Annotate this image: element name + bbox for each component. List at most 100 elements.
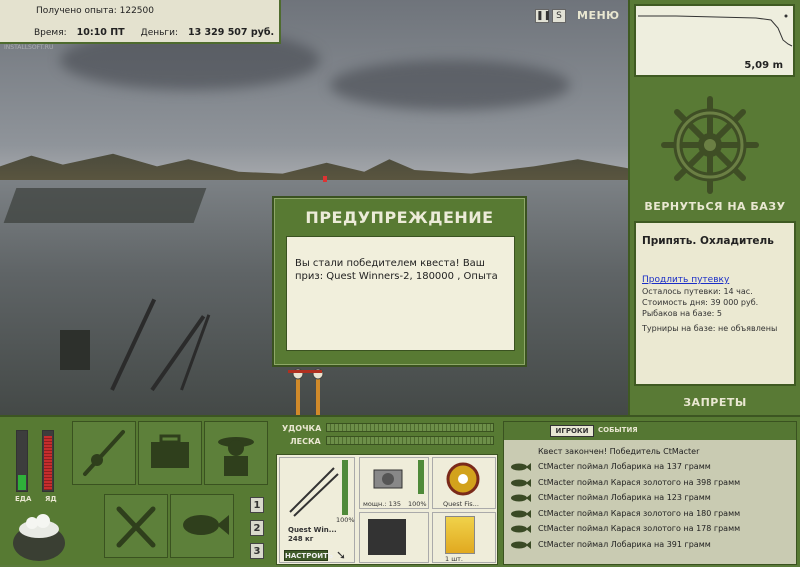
line-name: Quest Fis... bbox=[443, 500, 479, 508]
event-text: CtMacter поймал Лобарика на 137 грамм bbox=[538, 462, 711, 471]
slot-2-button[interactable]: 2 bbox=[250, 520, 264, 536]
rod-slot[interactable]: 100% Quest Win... 248 кг НАСТРОИТЬ ➘ bbox=[279, 457, 355, 563]
fish-icon bbox=[511, 478, 531, 487]
depth-value: 5,09 m bbox=[744, 60, 783, 71]
event-row: CtMacter поймал Карася золотого на 398 г… bbox=[504, 476, 798, 491]
events-panel: ИГРОКИ СОБЫТИЯ Квест закончен! Победител… bbox=[503, 421, 797, 565]
sound-button[interactable]: S bbox=[552, 9, 566, 23]
fish-icon bbox=[511, 463, 531, 471]
fisherman-tile[interactable] bbox=[204, 421, 268, 485]
cauldron-icon bbox=[13, 514, 65, 561]
time-value: 10:10 ПТ bbox=[76, 27, 125, 38]
tab-events[interactable]: СОБЫТИЯ bbox=[598, 426, 638, 434]
location-info: Припять. Охладитель Продлить путевку Ост… bbox=[634, 221, 796, 386]
reel-icon bbox=[373, 469, 403, 489]
event-text: CtMacter поймал Карася золотого на 178 г… bbox=[538, 524, 741, 533]
rods-tile[interactable] bbox=[72, 421, 136, 485]
slot-3-button[interactable]: 3 bbox=[250, 543, 264, 559]
extend-permit-link[interactable]: Продлить путевку bbox=[642, 275, 788, 285]
ship-wheel-icon bbox=[661, 96, 759, 194]
tackle-panel: 100% Quest Win... 248 кг НАСТРОИТЬ ➘ мощ… bbox=[276, 454, 498, 565]
dialog-body: Вы стали победителем квеста! Ваш приз: Q… bbox=[286, 236, 515, 351]
experience-row: Получено опыта: 122500 bbox=[36, 6, 154, 16]
warning-dialog[interactable]: ПРЕДУПРЕЖДЕНИЕ Вы стали победителем квес… bbox=[272, 196, 527, 367]
cauldron-button[interactable] bbox=[10, 505, 68, 563]
money-label: Деньги: bbox=[140, 28, 179, 38]
time-label: Время: bbox=[34, 28, 67, 38]
line-slot[interactable]: Quest Fis... bbox=[432, 457, 496, 509]
corn-bait-icon bbox=[445, 516, 475, 554]
event-text: CtMacter поймал Карася золотого на 398 г… bbox=[538, 477, 741, 487]
tab-players[interactable]: ИГРОКИ bbox=[550, 425, 594, 437]
float-marker bbox=[323, 176, 327, 182]
fishers-count: Рыбаков на базе: 5 bbox=[642, 309, 722, 318]
base-wheel-button[interactable] bbox=[660, 95, 760, 195]
fishing-rod-icon bbox=[83, 430, 125, 476]
bait-count: 1 шт. bbox=[445, 555, 464, 563]
rod-meter-label: УДОЧКА bbox=[282, 424, 322, 433]
return-to-base-button[interactable]: ВЕРНУТЬСЯ НА БАЗУ bbox=[630, 200, 800, 213]
watermark: INSTALLSOFT.RU bbox=[4, 44, 54, 51]
tackle-box-tile[interactable] bbox=[138, 421, 202, 485]
rod-holders-icon bbox=[288, 368, 324, 415]
experience-value: 122500 bbox=[119, 6, 154, 16]
hook-slot[interactable] bbox=[359, 512, 429, 563]
slot-1-button[interactable]: 1 bbox=[250, 497, 264, 513]
food-tile[interactable] bbox=[104, 494, 168, 558]
rod-durability-bar bbox=[342, 460, 348, 515]
bans-button[interactable]: ЗАПРЕТЫ bbox=[630, 396, 800, 409]
event-text: CtMacter поймал Лобарика на 123 грамм bbox=[538, 493, 711, 502]
tackle-box-icon bbox=[151, 434, 189, 468]
event-row: CtMacter поймал Карася золотого на 180 г… bbox=[504, 507, 798, 522]
pause-icon: ❚❚ bbox=[536, 11, 552, 21]
event-text: CtMacter поймал Лобарика на 391 грамм bbox=[538, 539, 711, 549]
event-row: CtMacter поймал Лобарика на 391 грамм bbox=[504, 538, 798, 553]
poison-bar bbox=[42, 430, 54, 492]
bait-slot[interactable]: 1 шт. bbox=[432, 512, 496, 563]
arrow-icon: ➘ bbox=[336, 548, 347, 562]
fish-icon bbox=[183, 515, 229, 535]
rod-name: Quest Win... bbox=[288, 526, 337, 534]
dialog-title: ПРЕДУПРЕЖДЕНИЕ bbox=[305, 208, 494, 227]
experience-label: Получено опыта: bbox=[36, 6, 117, 16]
event-text: CtMacter поймал Карася золотого на 180 г… bbox=[538, 508, 741, 518]
rod-holders[interactable] bbox=[283, 368, 327, 415]
money-value: 13 329 507 руб. bbox=[188, 27, 275, 38]
location-title: Припять. Охладитель bbox=[642, 235, 774, 247]
line-meter-label: ЛЕСКА bbox=[290, 437, 321, 446]
fish-cage-tile[interactable] bbox=[170, 494, 234, 558]
food-bar-fill bbox=[18, 475, 26, 490]
line-spool-icon bbox=[446, 462, 480, 496]
right-panel: 5,09 m ВЕРНУТЬСЯ НА БАЗУ Припять. Охлади… bbox=[628, 0, 800, 415]
food-bar bbox=[16, 430, 28, 492]
event-row: CtMacter поймал Лобарика на 137 грамм bbox=[504, 460, 798, 475]
tournaments-info: Турниры на базе: не объявлены bbox=[642, 324, 778, 333]
events-tabs: ИГРОКИ СОБЫТИЯ bbox=[504, 422, 796, 440]
poison-label: ЯД bbox=[45, 495, 57, 503]
pause-button[interactable]: ❚❚ bbox=[535, 9, 552, 23]
fish-icon bbox=[511, 494, 531, 502]
reel-percent: 100% bbox=[408, 500, 427, 508]
fish-icon bbox=[511, 509, 531, 518]
line-tension-meter bbox=[326, 436, 494, 445]
rod-image-icon bbox=[289, 467, 339, 517]
rod-weight: 248 кг bbox=[288, 535, 314, 543]
event-row: CtMacter поймал Лобарика на 123 грамм bbox=[504, 491, 798, 506]
food-label: ЕДА bbox=[15, 495, 32, 503]
fork-knife-icon bbox=[116, 506, 156, 548]
poison-bar-fill bbox=[44, 436, 52, 490]
player-stats-hud: Получено опыта: 122500 Время: 10:10 ПТ Д… bbox=[0, 0, 281, 44]
reel-power: мощн.: 135 bbox=[363, 500, 401, 508]
rod-tension-meter bbox=[326, 423, 494, 432]
dialog-message: Вы стали победителем квеста! Ваш приз: Q… bbox=[295, 258, 498, 282]
cloud bbox=[330, 60, 570, 110]
reel-slot[interactable]: мощн.: 135 100% bbox=[359, 457, 429, 509]
fish-icon bbox=[511, 540, 531, 549]
depth-chart: 5,09 m bbox=[634, 4, 795, 77]
permit-left: Осталось путевки: 14 час. bbox=[642, 287, 753, 296]
day-cost: Стоимость дня: 39 000 руб. bbox=[642, 298, 759, 307]
setup-button[interactable]: НАСТРОИТЬ bbox=[284, 550, 333, 561]
time-money-row: Время: 10:10 ПТ Деньги: 13 329 507 руб. bbox=[34, 27, 274, 38]
hook-image bbox=[368, 519, 406, 555]
menu-button[interactable]: МЕНЮ bbox=[577, 8, 619, 24]
